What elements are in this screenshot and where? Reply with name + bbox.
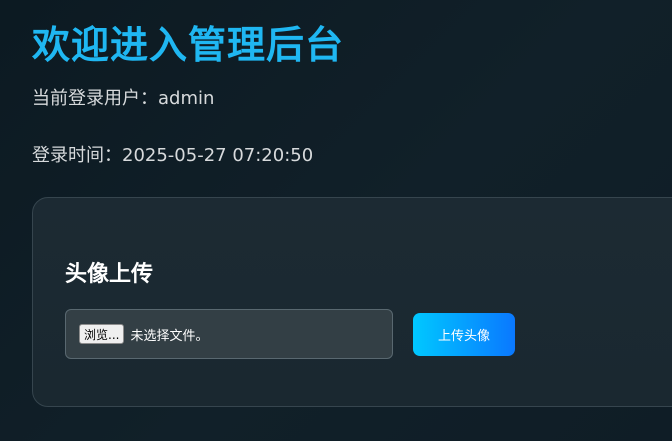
avatar-upload-card: 头像上传 浏览... 未选择文件。 上传头像 [32, 197, 672, 407]
login-time-value: 2025-05-27 07:20:50 [122, 145, 314, 166]
login-time-label: 登录时间： [32, 145, 122, 166]
page-title: 欢迎进入管理后台 [32, 23, 345, 67]
current-user-line: 当前登录用户：admin [32, 84, 214, 110]
avatar-upload-title: 头像上传 [65, 262, 154, 287]
current-username: admin [158, 88, 215, 109]
file-input[interactable]: 浏览... 未选择文件。 [65, 309, 393, 359]
file-status-text: 未选择文件。 [130, 328, 209, 344]
browse-button[interactable]: 浏览... [79, 324, 125, 344]
upload-avatar-button[interactable]: 上传头像 [413, 313, 515, 356]
current-user-label: 当前登录用户： [32, 88, 158, 109]
login-time-line: 登录时间：2025-05-27 07:20:50 [32, 141, 313, 167]
